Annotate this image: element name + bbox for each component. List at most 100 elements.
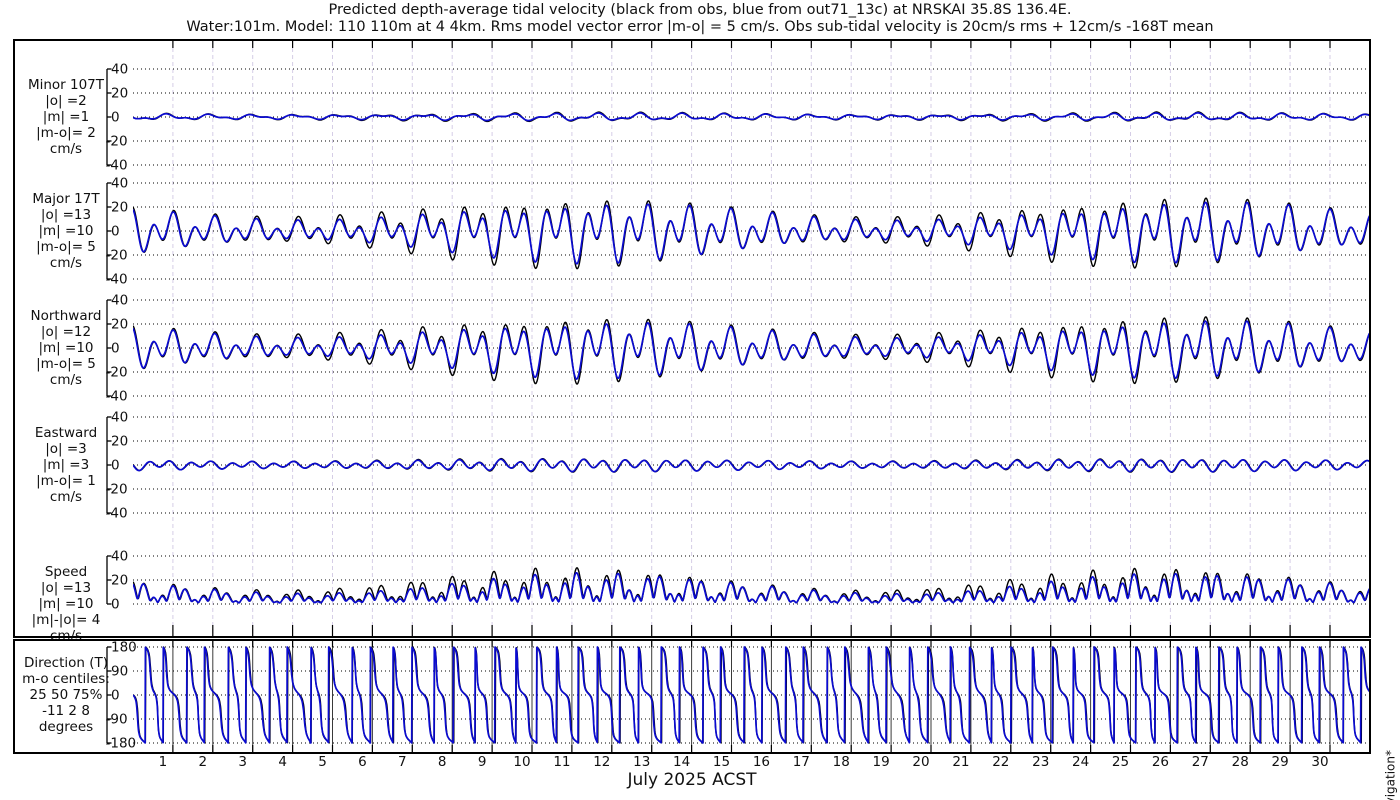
panel-label-line: |o| =2 xyxy=(45,93,87,109)
x-tick-label: 20 xyxy=(912,754,929,770)
panel-label-line: |m| =3 xyxy=(43,457,89,473)
y-tick-label: 0 xyxy=(111,688,120,704)
x-tick-label: 8 xyxy=(438,754,447,770)
panel-label-line: |m| =10 xyxy=(38,223,93,239)
y-tick-label: 180 xyxy=(111,640,137,656)
panel-label-line: 25 50 75% xyxy=(30,687,103,703)
model-series-speed xyxy=(133,571,1370,604)
panel-label-line: Direction (T) xyxy=(24,655,108,671)
panel-label-line: Major 17T xyxy=(32,191,100,207)
y-tick-label: 20 xyxy=(111,86,128,102)
x-tick-label: 25 xyxy=(1112,754,1129,770)
x-tick-label: 6 xyxy=(358,754,367,770)
x-tick-label: 14 xyxy=(673,754,690,770)
x-tick-label: 24 xyxy=(1072,754,1089,770)
y-tick-label: 20 xyxy=(111,317,128,333)
x-tick-label: 5 xyxy=(318,754,327,770)
panel-eastward: 40 20 0 -20 -40 Eastward|o| =3|m| =3|m-o|= 1c… xyxy=(35,410,1370,522)
y-tick-label: 40 xyxy=(111,410,128,426)
y-tick-label: 0 xyxy=(111,597,120,613)
panel-northward: 40 20 0 -20 -40 Northward|o| =12|m| =10|m-o|=… xyxy=(31,293,1370,405)
plot-canvas: 40200-20-40Minor 107T|o| =2|m| =1|m-o|= … xyxy=(13,39,1371,770)
y-tick-label: -20 xyxy=(106,248,128,264)
y-tick-label: 0 xyxy=(111,341,120,357)
x-tick-label: 13 xyxy=(633,754,650,770)
imos-watermark: © IMOS 06-Jun-2025 17:27:14. *Not for na… xyxy=(1383,750,1397,800)
day-gridlines xyxy=(172,41,1331,752)
y-tick-label: -180 xyxy=(106,736,137,752)
panel-curves xyxy=(133,316,1370,385)
x-tick-labels: 1 2 3 4 5 6 7 8 9 10 11 12 13 14 15 16 17 18 19 20 21 22 23 24 2… xyxy=(159,754,1329,770)
x-tick-label: 30 xyxy=(1311,754,1328,770)
panel-label-line: degrees xyxy=(39,719,93,735)
x-tick-label: 28 xyxy=(1232,754,1249,770)
panel-curves xyxy=(133,457,1370,473)
panel-label-line: |m-o|= 2 xyxy=(36,125,96,141)
panel-direction: 180 90 0 -90 -180 Direction (T)m-o centiles:2… xyxy=(22,640,1370,752)
panel-curves xyxy=(133,111,1370,123)
y-tick-label: -40 xyxy=(106,506,128,522)
x-tick-label: 16 xyxy=(753,754,770,770)
panel-curves xyxy=(133,646,1370,744)
panel-label-line: cm/s xyxy=(50,489,82,505)
x-tick-label: 19 xyxy=(873,754,890,770)
panel-label-line: Speed xyxy=(45,564,87,580)
x-axis-label: July 2025 ACST xyxy=(627,770,757,790)
panel-label-line: Northward xyxy=(31,308,102,324)
x-tick-label: 3 xyxy=(238,754,247,770)
x-tick-label: 9 xyxy=(478,754,487,770)
obs-series-major xyxy=(133,197,1370,270)
y-tick-label: -40 xyxy=(106,389,128,405)
x-tick-label: 15 xyxy=(713,754,730,770)
x-tick-label: 11 xyxy=(553,754,570,770)
model-series-major xyxy=(133,201,1370,265)
day-tick-marks xyxy=(172,40,1331,753)
x-tick-label: 1 xyxy=(159,754,168,770)
panel-curves xyxy=(133,197,1370,270)
x-tick-label: 23 xyxy=(1032,754,1049,770)
panel-label-line: |m| =10 xyxy=(38,596,93,612)
y-tick-label: 40 xyxy=(111,293,128,309)
x-tick-label: 27 xyxy=(1192,754,1209,770)
model-series-eastward xyxy=(133,458,1370,473)
y-tick-label: 0 xyxy=(111,224,120,240)
tidal-velocity-figure: Predicted depth-average tidal velocity (… xyxy=(0,0,1400,800)
y-tick-label: 90 xyxy=(111,664,128,680)
panel-major: 40 20 0 -20 -40 Major 17T|o| =13|m| =10|m-o|=… xyxy=(32,176,1370,288)
panel-label-line: |m-o|= 5 xyxy=(36,239,96,255)
x-tick-label: 7 xyxy=(398,754,407,770)
y-tick-label: -40 xyxy=(106,158,128,174)
panel-label-line: |o| =13 xyxy=(41,207,91,223)
y-tick-label: 40 xyxy=(111,549,128,565)
panel-minor: 40 20 0 -20 -40 Minor 107T|o| =2|m| =1|m-o|= … xyxy=(28,62,1370,174)
panel-label-line: Eastward xyxy=(35,425,97,441)
panel-label-line: m-o centiles: xyxy=(22,671,110,687)
y-tick-label: -20 xyxy=(106,365,128,381)
panel-label-line: cm/s xyxy=(50,255,82,271)
panel-label-line: |m-o|= 5 xyxy=(36,356,96,372)
panel-label-line: |m| =10 xyxy=(38,340,93,356)
panel-label-line: |m| =1 xyxy=(43,109,89,125)
x-tick-label: 29 xyxy=(1272,754,1289,770)
model-series-direction xyxy=(133,646,1370,744)
y-tick-label: 20 xyxy=(111,573,128,589)
panel-label-line: cm/s xyxy=(50,372,82,388)
x-tick-label: 10 xyxy=(513,754,530,770)
panel-label-line: Minor 107T xyxy=(28,77,105,93)
panel-label-line: cm/s xyxy=(50,141,82,157)
y-tick-label: -40 xyxy=(106,272,128,288)
x-tick-label: 12 xyxy=(593,754,610,770)
panel-curves xyxy=(133,567,1370,604)
panel-label-line: |m|-|o|= 4 xyxy=(32,612,101,628)
panel-label-line: |o| =3 xyxy=(45,441,87,457)
x-tick-label: 22 xyxy=(992,754,1009,770)
y-tick-label: -90 xyxy=(106,712,128,728)
y-tick-label: -20 xyxy=(106,134,128,150)
x-tick-label: 21 xyxy=(952,754,969,770)
panel-label-line: |m-o|= 1 xyxy=(36,473,96,489)
model-series-northward xyxy=(133,320,1370,380)
x-tick-label: 2 xyxy=(199,754,208,770)
y-tick-label: 20 xyxy=(111,434,128,450)
x-tick-label: 17 xyxy=(793,754,810,770)
y-tick-label: 20 xyxy=(111,200,128,216)
